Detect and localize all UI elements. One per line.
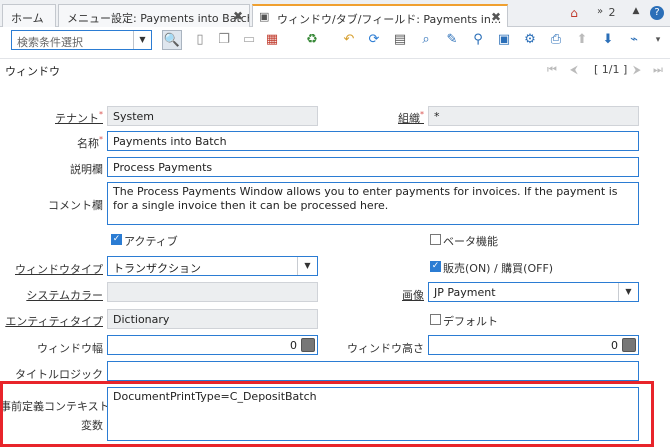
search-icon[interactable]: 🔍: [162, 30, 182, 50]
window-type-select[interactable]: トランザクション ▼: [107, 256, 318, 276]
help-icon[interactable]: ?: [650, 6, 664, 20]
tab-home[interactable]: ホーム: [2, 4, 56, 27]
default-checkbox[interactable]: [430, 314, 441, 325]
name-label: 名称*: [77, 135, 103, 150]
active-label: アクティブ: [124, 235, 178, 248]
tag-icon[interactable]: ⌁: [624, 30, 644, 50]
window-width-label: ウィンドウ幅: [37, 342, 103, 355]
tenant-label[interactable]: テナント*: [0, 110, 103, 126]
beta-label: ベータ機能: [443, 235, 498, 248]
arrow-up-icon[interactable]: ⬆: [572, 30, 592, 50]
window-width-input[interactable]: 0: [107, 335, 318, 355]
window-title-bar: ウィンドウ ⏮ ⮜ [ 1/1 ] ⮞ ⏭: [0, 59, 670, 81]
name-input[interactable]: Payments into Batch: [107, 131, 639, 151]
home-icon[interactable]: ⌂: [566, 6, 582, 22]
window-type-label[interactable]: ウィンドウタイプ: [0, 261, 103, 277]
chevron-down-icon[interactable]: ▼: [618, 283, 638, 301]
window-height-input[interactable]: 0: [428, 335, 639, 355]
window-form: テナント* System 組織* * 名称* Payments into Bat…: [0, 81, 670, 447]
close-icon[interactable]: ✖: [233, 9, 243, 23]
active-checkbox[interactable]: ✓: [111, 234, 122, 245]
new-record-icon[interactable]: ▯: [190, 30, 210, 50]
tab-label: メニュー設定: Payments into Batch: [67, 12, 250, 25]
entity-type-label[interactable]: エンティティタイプ: [0, 313, 103, 329]
window-title: ウィンドウ: [5, 65, 60, 78]
toolbar: 検索条件選択 ▼ 🔍 ▯ ❐ ▭ ▦ ♻ ↶ ⟳ ▤ ⌕ ✎ ⚲ ▣ ⚙ ⎙ ⬆…: [0, 27, 670, 59]
tab-label: ウィンドウ/タブ/フィールド: Payments in...: [277, 13, 502, 26]
description-input[interactable]: Process Payments: [107, 157, 639, 177]
record-counter: [ 1/1 ]: [594, 63, 628, 76]
sales-checkbox[interactable]: ✓: [430, 261, 441, 272]
window-icon: ▣: [259, 10, 270, 23]
next-record-icon[interactable]: ⮞: [633, 63, 641, 77]
attachment-icon[interactable]: ⌕: [416, 30, 436, 50]
tenant-field[interactable]: System: [107, 106, 318, 126]
entity-type-field[interactable]: Dictionary: [107, 309, 318, 329]
image-label[interactable]: 画像: [330, 287, 424, 303]
default-label: デフォルト: [443, 315, 498, 328]
undo-icon[interactable]: ↶: [339, 30, 359, 50]
description-label: 説明欄: [70, 163, 103, 176]
tab-label: ホーム: [11, 12, 44, 25]
gear-icon[interactable]: ⚙: [520, 30, 540, 50]
arrow-down-icon[interactable]: ⬇: [598, 30, 618, 50]
previous-record-icon[interactable]: ⮜: [570, 63, 578, 77]
print-icon[interactable]: ⎙: [546, 30, 566, 50]
comment-textarea[interactable]: The Process Payments Window allows you t…: [107, 182, 639, 225]
beta-checkbox[interactable]: [430, 234, 441, 245]
tab-bar: ホーム メニュー設定: Payments into Batch ✖ ▣ ウィンド…: [0, 0, 670, 28]
tab-menu-setting[interactable]: メニュー設定: Payments into Batch ✖: [58, 4, 250, 27]
search-placeholder: 検索条件選択: [17, 36, 83, 49]
org-field[interactable]: *: [428, 106, 639, 126]
chevron-up-icon[interactable]: ▲: [628, 6, 644, 22]
title-logic-input[interactable]: [107, 361, 639, 381]
system-color-label[interactable]: システムカラー: [0, 287, 103, 303]
tab-count: 2: [608, 6, 616, 19]
search-combo[interactable]: 検索条件選択 ▼: [11, 30, 152, 50]
sales-label: 販売(ON) / 購買(OFF): [443, 262, 554, 275]
last-record-icon[interactable]: ⏭: [653, 63, 663, 77]
save-icon[interactable]: ▭: [239, 30, 259, 50]
calculator-icon[interactable]: [301, 338, 315, 352]
org-label[interactable]: 組織*: [330, 110, 424, 126]
system-color-field[interactable]: [107, 282, 318, 302]
chevron-down-icon[interactable]: ▼: [133, 31, 151, 49]
close-icon[interactable]: ✖: [491, 10, 501, 24]
comment-label: コメント欄: [48, 199, 103, 212]
chevron-down-icon[interactable]: ▼: [297, 257, 317, 275]
first-record-icon[interactable]: ⏮: [547, 63, 557, 77]
grid-toggle-icon[interactable]: ▤: [390, 30, 410, 50]
window-height-label: ウィンドウ高さ: [347, 342, 424, 355]
highlight-box: [0, 381, 654, 447]
delete-icon[interactable]: ▦: [262, 30, 282, 50]
recycle-icon[interactable]: ♻: [302, 30, 322, 50]
chat-icon[interactable]: ✎: [442, 30, 462, 50]
refresh-icon[interactable]: ⟳: [364, 30, 384, 50]
image-select[interactable]: JP Payment ▼: [428, 282, 639, 302]
calculator-icon[interactable]: [622, 338, 636, 352]
zoom-icon[interactable]: ⚲: [468, 30, 488, 50]
tab-window-tab-field[interactable]: ▣ ウィンドウ/タブ/フィールド: Payments in... ✖: [252, 4, 508, 28]
copy-record-icon[interactable]: ❐: [214, 30, 234, 50]
report-icon[interactable]: ▣: [494, 30, 514, 50]
title-logic-label: タイトルロジック: [15, 368, 103, 381]
overflow-icon[interactable]: ▾: [648, 30, 668, 50]
